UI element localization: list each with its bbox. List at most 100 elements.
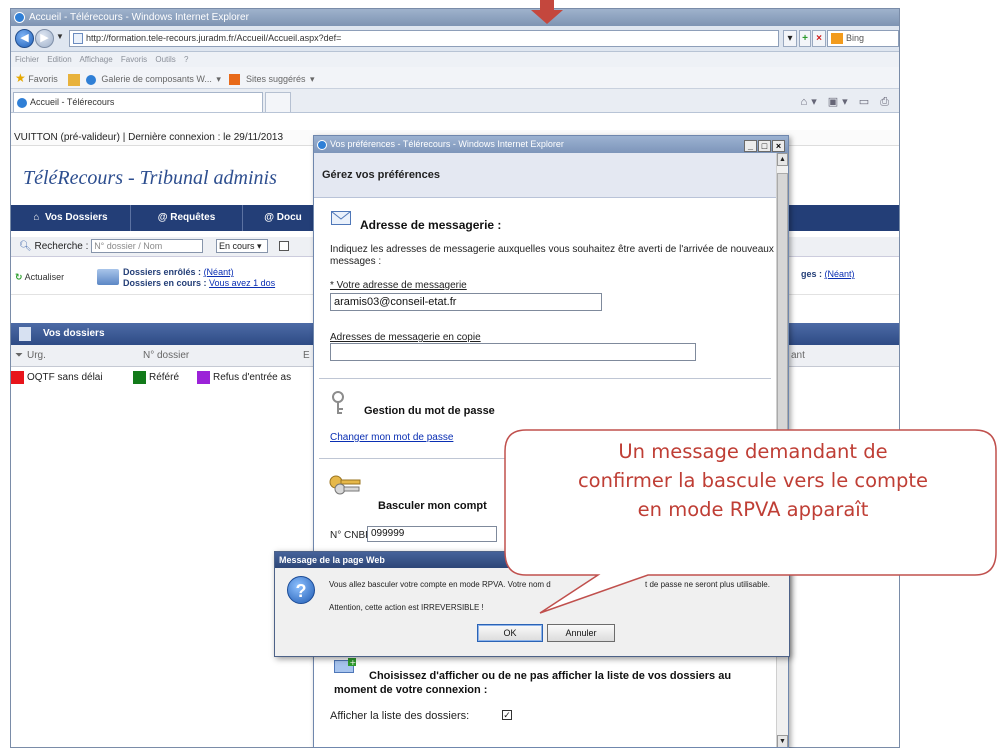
preferences-window-title: Vos préférences - Télérecours - Windows …	[330, 139, 564, 149]
key-ring-icon	[332, 391, 344, 414]
svg-text:+: +	[350, 658, 357, 667]
folder-icon	[97, 269, 119, 285]
cnbf-label: N° CNBF	[330, 530, 372, 541]
tab-ie-icon	[17, 98, 27, 108]
scroll-down-icon[interactable]: ▼	[777, 735, 788, 747]
forward-arrow-icon[interactable]: ▶	[35, 29, 54, 48]
cc-label: Adresses de messagerie en copie	[330, 332, 481, 343]
switch-account-title: Basculer mon compt	[378, 500, 487, 512]
email-field[interactable]: aramis03@conseil-etat.fr	[330, 293, 602, 311]
dialog-message-line1-start: Vous allez basculer votre compte en mode…	[329, 580, 551, 589]
suggested-sites-icon	[229, 74, 241, 86]
question-icon: ?	[287, 576, 315, 604]
in-progress-label: Dossiers en cours :	[123, 278, 207, 288]
search-label: Recherche :	[34, 241, 89, 252]
pages-label: ges :	[801, 269, 823, 279]
keys-icon	[329, 475, 361, 495]
list-display-title: Choisissez d'afficher ou de ne pas affic…	[334, 670, 732, 696]
page-icon	[73, 33, 83, 44]
history-dropdown-icon[interactable]: ▼	[56, 32, 64, 41]
search-input[interactable]: N° dossier / Nom	[91, 239, 204, 254]
close-button[interactable]: ×	[772, 140, 785, 152]
enrolled-link[interactable]: (Néant)	[204, 267, 234, 277]
dossiers-summary: Dossiers enrôlés : (Néant) Dossiers en c…	[123, 267, 275, 289]
callout-text: Un message demandant de confirmer la bas…	[510, 437, 996, 557]
new-tab-button[interactable]	[265, 92, 291, 112]
col-urgence[interactable]: Urg.	[27, 345, 46, 367]
legend-item: Référé	[133, 371, 179, 385]
add-favorite-icon[interactable]	[68, 73, 81, 86]
maximize-button[interactable]: □	[758, 140, 771, 152]
confirm-dialog: Message de la page Web ? Vous allez basc…	[274, 551, 790, 657]
callout-line: en mode RPVA apparaît	[637, 498, 869, 521]
dialog-warning-text: Attention, cette action est IRREVERSIBLE…	[329, 603, 484, 612]
url-input[interactable]: http://formation.tele-recours.juradm.fr/…	[69, 30, 779, 47]
back-arrow-icon[interactable]: ◀	[15, 29, 34, 48]
favorites-star-icon[interactable]: ★	[15, 71, 26, 85]
legend-swatch-red	[11, 371, 24, 384]
search-engine-label: Bing	[846, 33, 865, 43]
home-icon: ⌂	[33, 212, 40, 223]
command-bar-icons[interactable]: ⌂▾ ▣▾ ▭ ⎙	[801, 95, 893, 109]
url-text: http://formation.tele-recours.juradm.fr/…	[86, 33, 342, 43]
favbar-dropdown-icon[interactable]: ▾	[310, 74, 315, 84]
ie-icon	[317, 140, 327, 150]
scroll-up-icon[interactable]: ▲	[777, 153, 788, 166]
cancel-button[interactable]: Annuler	[547, 624, 615, 642]
legend-label: Refus d'entrée as	[213, 372, 292, 384]
preferences-titlebar: Vos préférences - Télérecours - Windows …	[314, 136, 788, 153]
pages-link[interactable]: (Néant)	[825, 269, 855, 279]
ie-small-icon	[85, 74, 96, 85]
email-label: * Votre adresse de messagerie	[330, 280, 467, 291]
nav-requetes[interactable]: @ Requêtes	[131, 205, 243, 231]
search-box[interactable]: Bing	[827, 30, 899, 47]
refresh-compat-icon[interactable]: +	[799, 30, 811, 47]
nav-label: Vos Dossiers	[44, 212, 108, 223]
browser-title: Accueil - Télérecours - Windows Internet…	[29, 12, 249, 23]
preferences-heading: Gérez vos préférences	[314, 153, 778, 198]
filter-checkbox[interactable]	[278, 241, 289, 252]
menu-bar[interactable]: Fichier Edition Affichage Favoris Outils…	[11, 52, 899, 67]
ie-icon	[14, 12, 25, 23]
minimize-button[interactable]: _	[744, 140, 757, 152]
search-icon: 🔍︎	[19, 241, 32, 252]
browser-titlebar: Accueil - Télérecours - Windows Internet…	[11, 9, 899, 26]
list-checkbox-label: Afficher la liste des dossiers:	[330, 710, 470, 722]
favorites-bar: ★ Favoris Galerie de composants W... ▾ S…	[11, 67, 899, 89]
pages-summary: ges : (Néant)	[801, 269, 855, 279]
status-select[interactable]: En cours ▾	[215, 239, 268, 254]
legend-item: OQTF sans délai	[11, 371, 103, 385]
cc-email-field[interactable]	[330, 343, 696, 361]
ok-button[interactable]: OK	[477, 624, 543, 642]
section-divider	[319, 378, 771, 379]
legend-label: Référé	[149, 372, 180, 384]
in-progress-link[interactable]: Vous avez 1 dos	[209, 278, 275, 288]
col-numero-dossier[interactable]: N° dossier	[143, 345, 189, 367]
bing-icon	[831, 33, 843, 44]
cnbf-field[interactable]: 099999	[367, 526, 497, 542]
legend-item: Refus d'entrée as	[197, 371, 291, 385]
col-e[interactable]: E	[303, 345, 310, 367]
filter-icon[interactable]: ⏷	[15, 345, 23, 367]
col-ant[interactable]: ant	[791, 345, 805, 367]
stop-icon[interactable]: ×	[812, 30, 826, 47]
legend-swatch-purple	[197, 371, 210, 384]
folder-list-icon	[19, 327, 31, 341]
nav-vos-dossiers[interactable]: ⌂ Vos Dossiers	[11, 205, 131, 231]
favorites-button[interactable]: Favoris	[28, 74, 58, 84]
status-value: En cours	[218, 241, 255, 252]
down-arrow-icon	[531, 0, 563, 24]
favbar-dropdown-icon[interactable]: ▾	[216, 74, 221, 84]
show-list-checkbox[interactable]: ✓	[502, 710, 512, 720]
enrolled-label: Dossiers enrôlés :	[123, 267, 202, 277]
callout-line: confirmer la bascule vers le compte	[577, 469, 929, 492]
change-password-link[interactable]: Changer mon mot de passe	[330, 432, 453, 443]
nav-documents[interactable]: @ Docu	[243, 205, 323, 231]
refresh-label: Actualiser	[24, 272, 65, 282]
favbar-gallery-link[interactable]: Galerie de composants W...	[101, 74, 212, 84]
password-section-title: Gestion du mot de passe	[364, 405, 495, 417]
favbar-suggested-link[interactable]: Sites suggérés	[246, 74, 306, 84]
url-dropdown-icon[interactable]: ▾	[783, 30, 797, 47]
tab-accueil[interactable]: Accueil - Télérecours	[13, 92, 263, 112]
refresh-button[interactable]: ↻ Actualiser	[15, 272, 64, 283]
